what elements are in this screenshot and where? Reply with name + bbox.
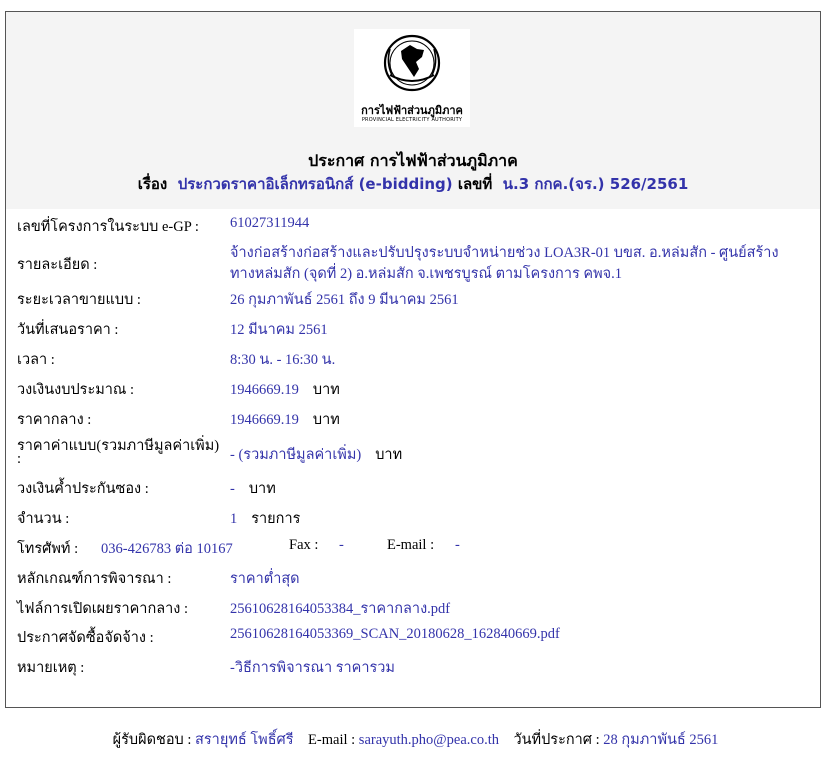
procurement-file-link[interactable]: 25610628164053369_SCAN_20180628_16284066… <box>230 626 560 643</box>
remark-value: -วิธีการพิจารณา ราคารวม <box>230 660 395 676</box>
project-id-value: 61027311944 <box>230 215 310 231</box>
guarantee-group: - บาท <box>230 477 276 500</box>
guarantee-label: วงเงินค้ำประกันซอง : <box>17 481 149 497</box>
announcement-subject-line: เรื่อง ประกวดราคาอิเล็กทรอนิกส์ (e-biddi… <box>6 172 820 196</box>
doc-price-label-line-2: : <box>17 451 22 467</box>
footer-email-label: E-mail : <box>308 732 356 748</box>
doc-price-value: - (รวมภาษีมูลค่าเพิ่ม) <box>230 447 362 463</box>
quantity-value: 1 <box>230 511 238 527</box>
bid-date-value: 12 มีนาคม 2561 <box>230 322 328 338</box>
time-value: 8:30 น. - 16:30 น. <box>230 352 336 368</box>
footer: ผู้รับผิดชอบ : สรายุทธ์ โพธิ์ศรี E-mail … <box>0 728 831 751</box>
median-price-group: 1946669.19 บาท <box>230 408 340 431</box>
contact-email-label: E-mail : <box>387 537 435 553</box>
quantity-label: จำนวน : <box>17 511 70 527</box>
quantity-group: 1 รายการ <box>230 507 300 530</box>
detail-line-1: จ้างก่อสร้างก่อสร้างและปรับปรุงระบบจำหน่… <box>230 245 779 261</box>
pea-emblem-icon <box>383 34 441 92</box>
subject-text: ประกวดราคาอิเล็กทรอนิกส์ (e-bidding) <box>177 175 453 193</box>
fax-value: - <box>339 537 344 553</box>
budget-label: วงเงินงบประมาณ : <box>17 382 135 398</box>
number-label: เลขที่ <box>457 175 493 193</box>
disclosure-file-link[interactable]: 25610628164053384_ราคากลาง.pdf <box>230 597 450 620</box>
guarantee-unit: บาท <box>248 481 276 497</box>
project-id-label: เลขที่โครงการในระบบ e-GP : <box>17 219 199 235</box>
contact-email-value: - <box>455 537 460 553</box>
detail-line-2: ทางหล่มสัก (จุดที่ 2) อ.หล่มสัก จ.เพชรบู… <box>230 266 623 282</box>
median-price-value: 1946669.19 <box>230 412 299 428</box>
budget-value-group: 1946669.19 บาท <box>230 378 340 401</box>
doc-price-group: - (รวมภาษีมูลค่าเพิ่ม) บาท <box>230 443 402 466</box>
budget-unit: บาท <box>312 382 340 398</box>
procurement-file-label: ประกาศจัดซื้อจัดจ้าง : <box>17 630 154 646</box>
subject-label: เรื่อง <box>137 175 168 193</box>
remark-label: หมายเหตุ : <box>17 660 85 676</box>
footer-email[interactable]: sarayuth.pho@pea.co.th <box>359 732 499 748</box>
detail-label: รายละเอียด : <box>17 257 98 273</box>
announce-date: 28 กุมภาพันธ์ 2561 <box>603 732 719 748</box>
time-label: เวลา : <box>17 352 55 368</box>
sale-period-value: 26 กุมภาพันธ์ 2561 ถึง 9 มีนาคม 2561 <box>230 292 459 308</box>
phone-label: โทรศัพท์ : <box>17 541 79 557</box>
bid-date-label: วันที่เสนอราคา : <box>17 322 119 338</box>
disclosure-file-label: ไฟล์การเปิดเผยราคากลาง : <box>17 601 188 617</box>
announcement-panel: การไฟฟ้าส่วนภูมิภาค PROVINCIAL ELECTRICI… <box>5 11 821 708</box>
criteria-label: หลักเกณฑ์การพิจารณา : <box>17 571 172 587</box>
announce-date-label: วันที่ประกาศ : <box>513 732 600 748</box>
detail-table: เลขที่โครงการในระบบ e-GP : 61027311944 ร… <box>6 209 820 707</box>
responsible-label: ผู้รับผิดชอบ : <box>112 732 192 748</box>
quantity-unit: รายการ <box>251 511 301 527</box>
fax-label: Fax : <box>289 537 319 553</box>
criteria-value: ราคาต่ำสุด <box>230 571 300 587</box>
announcement-title: ประกาศ การไฟฟ้าส่วนภูมิภาค <box>308 151 518 170</box>
responsible-name: สรายุทธ์ โพธิ์ศรี <box>195 732 294 748</box>
doc-price-unit: บาท <box>375 447 403 463</box>
budget-value: 1946669.19 <box>230 382 299 398</box>
sale-period-label: ระยะเวลาขายแบบ : <box>17 292 141 308</box>
phone-value: 036-426783 ต่อ 10167 <box>101 541 233 557</box>
pea-logo: การไฟฟ้าส่วนภูมิภาค PROVINCIAL ELECTRICI… <box>354 29 470 127</box>
announcement-header: การไฟฟ้าส่วนภูมิภาค PROVINCIAL ELECTRICI… <box>6 12 820 209</box>
logo-org-english: PROVINCIAL ELECTRICITY AUTHORITY <box>361 117 463 123</box>
guarantee-value: - <box>230 481 235 497</box>
median-price-unit: บาท <box>312 412 340 428</box>
median-price-label: ราคากลาง : <box>17 412 92 428</box>
announcement-number: น.3 กกค.(จร.) 526/2561 <box>502 175 689 193</box>
doc-price-label-line-1: ราคาค่าแบบ(รวมภาษีมูลค่าเพิ่ม) <box>17 438 220 454</box>
